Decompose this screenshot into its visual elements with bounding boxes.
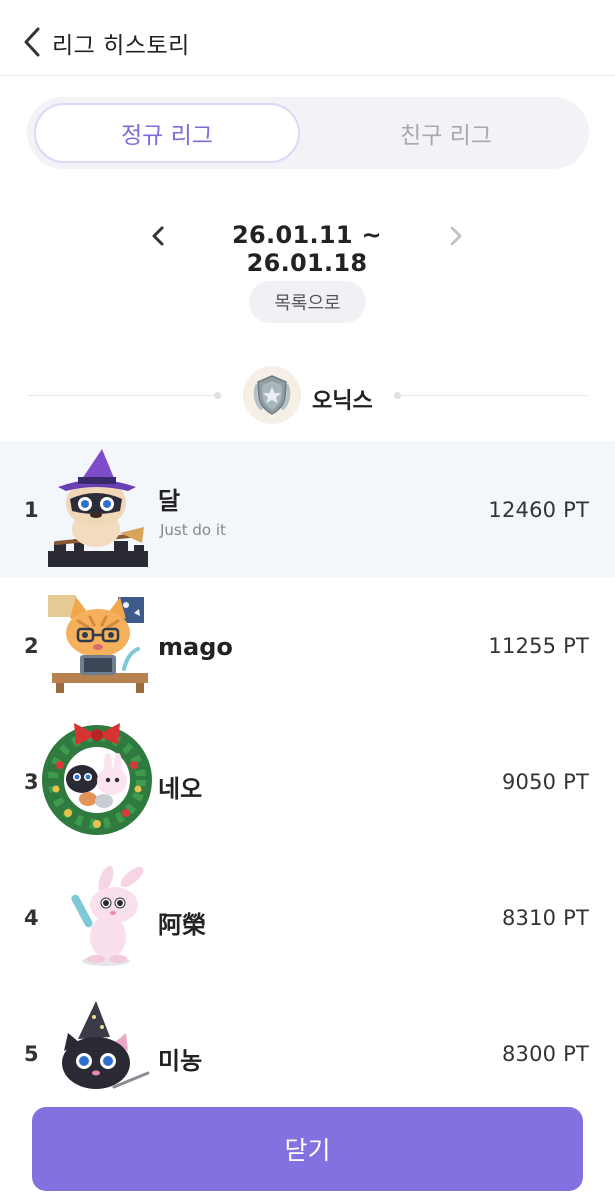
rank-motto: Just do it <box>160 521 226 539</box>
back-button[interactable] <box>18 24 48 60</box>
christmas-wreath-avatar <box>38 717 156 835</box>
rank-number: 2 <box>24 634 39 658</box>
week-navigator: 26.01.11 ~ 26.01.18 <box>0 212 615 277</box>
rank-points: 11255 PT <box>488 634 589 658</box>
wizard-cat-avatar <box>44 999 152 1100</box>
rank-number: 4 <box>24 906 39 930</box>
ranking-row[interactable]: 2 mago 11255 PT <box>0 577 615 713</box>
rank-name: 미농 <box>158 1047 203 1075</box>
header: 리그 히스토리 <box>0 0 615 76</box>
rank-number: 3 <box>24 770 39 794</box>
tier-divider: 오닉스 <box>0 364 615 428</box>
rank-number: 1 <box>24 498 39 522</box>
witch-raccoon-avatar <box>44 447 152 567</box>
rank-points: 12460 PT <box>488 498 589 522</box>
rank-number: 5 <box>24 1042 39 1066</box>
rank-points: 8300 PT <box>501 1042 589 1066</box>
rank-name: 阿榮 <box>158 911 206 939</box>
ranking-row[interactable]: 5 미농 8300 PT <box>0 985 615 1100</box>
rank-name: 달 <box>158 487 181 515</box>
ranking-list: 1 달 Just do it 12460 PT 2 mago 11255 PT … <box>0 441 615 1100</box>
rank-name: mago <box>158 633 233 661</box>
pink-rabbit-avatar <box>44 863 152 971</box>
tab-regular-league[interactable]: 정규 리그 <box>34 103 300 163</box>
chevron-right-icon <box>450 226 462 246</box>
close-button[interactable]: 닫기 <box>32 1107 583 1191</box>
onyx-shield-badge-icon <box>243 366 301 424</box>
cat-desk-avatar <box>44 589 152 697</box>
rank-points: 9050 PT <box>501 770 589 794</box>
divider-dot <box>214 392 221 399</box>
next-week-button[interactable] <box>444 222 468 250</box>
back-to-list-button[interactable]: 목록으로 <box>249 281 366 323</box>
previous-week-button[interactable] <box>146 222 170 250</box>
tab-friend-league[interactable]: 친구 리그 <box>309 103 583 163</box>
ranking-row[interactable]: 4 阿榮 8310 PT <box>0 849 615 985</box>
rank-points: 8310 PT <box>501 906 589 930</box>
league-tab-switcher: 정규 리그 친구 리그 <box>27 97 589 169</box>
divider-line <box>28 395 218 396</box>
ranking-row[interactable]: 3 네오 9050 PT <box>0 713 615 849</box>
ranking-row[interactable]: 1 달 Just do it 12460 PT <box>0 441 615 577</box>
divider-line <box>397 395 587 396</box>
rank-name: 네오 <box>158 775 203 803</box>
chevron-left-icon <box>24 27 40 57</box>
tier-name: 오닉스 <box>312 389 373 414</box>
page-title: 리그 히스토리 <box>52 33 190 59</box>
week-range: 26.01.11 ~ 26.01.18 <box>232 221 382 277</box>
chevron-left-icon <box>152 226 164 246</box>
